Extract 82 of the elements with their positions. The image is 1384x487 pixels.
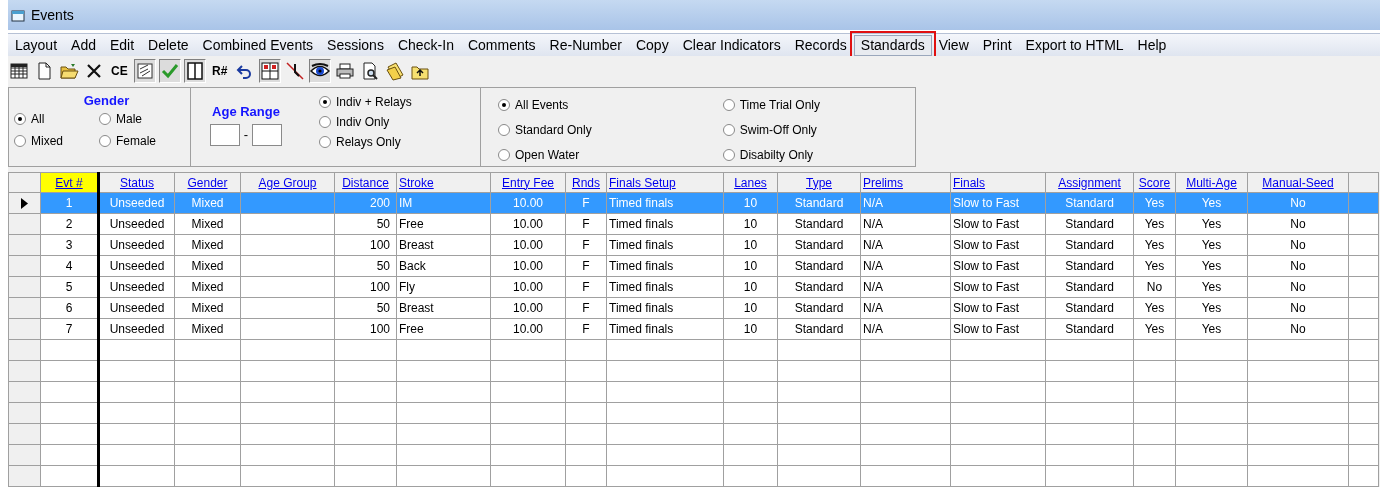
menu-item[interactable]: Delete bbox=[141, 34, 196, 56]
radio-button[interactable] bbox=[99, 135, 111, 147]
menu-item[interactable]: View bbox=[931, 34, 976, 56]
column-header[interactable]: Score bbox=[1133, 172, 1176, 193]
toolbar-button[interactable] bbox=[183, 59, 206, 83]
radio-label[interactable]: All Events bbox=[515, 96, 569, 113]
radio-label[interactable]: Mixed bbox=[31, 133, 63, 149]
radio-label[interactable]: Disabilty Only bbox=[739, 147, 814, 164]
age-to-field[interactable] bbox=[252, 124, 283, 146]
numbered-grid-icon bbox=[259, 61, 280, 81]
radio-button[interactable] bbox=[319, 96, 331, 108]
radio-label[interactable]: All bbox=[31, 111, 45, 127]
radio-button[interactable] bbox=[99, 113, 111, 125]
radio-label[interactable]: Open Water bbox=[515, 147, 580, 164]
menu-item[interactable]: Copy bbox=[628, 34, 676, 56]
folders-icon bbox=[384, 61, 405, 81]
radio-button[interactable] bbox=[722, 98, 735, 111]
radio-button[interactable] bbox=[14, 135, 26, 147]
radio-label[interactable]: Swim-Off Only bbox=[739, 122, 817, 138]
menu-item[interactable]: Records bbox=[787, 34, 854, 56]
column-header[interactable]: Entry Fee bbox=[490, 172, 566, 193]
column-header[interactable]: Status bbox=[98, 172, 175, 193]
radio-button[interactable] bbox=[319, 116, 331, 128]
menu-item[interactable]: Clear Indicators bbox=[675, 34, 788, 56]
menu-item[interactable]: Combined Events bbox=[195, 34, 321, 56]
checkmark-icon bbox=[159, 61, 180, 81]
printer-icon bbox=[334, 61, 355, 81]
column-header[interactable]: Manual-Seed bbox=[1247, 172, 1349, 193]
menu-item[interactable]: Help bbox=[1130, 34, 1174, 56]
radio-button[interactable] bbox=[722, 124, 735, 136]
notepad-icon bbox=[134, 61, 155, 81]
current-row-icon bbox=[21, 198, 28, 210]
radio-label[interactable]: Standard Only bbox=[515, 122, 592, 138]
group-title: Age Range bbox=[212, 104, 280, 120]
radio-label[interactable]: Male bbox=[116, 111, 142, 127]
row-header[interactable] bbox=[8, 192, 41, 214]
column-header[interactable]: Rnds bbox=[565, 172, 607, 193]
grid-icon bbox=[9, 61, 29, 81]
window-icon bbox=[11, 8, 25, 22]
menu-item[interactable]: Edit bbox=[102, 34, 142, 56]
column-header[interactable]: Finals Setup bbox=[606, 172, 724, 193]
radio-button[interactable] bbox=[498, 98, 510, 111]
menu-item[interactable]: Check-In bbox=[390, 34, 461, 56]
toolbar-button[interactable] bbox=[258, 59, 281, 83]
radio-button[interactable] bbox=[498, 124, 510, 136]
column-header[interactable]: Assignment bbox=[1045, 172, 1134, 193]
radio-button[interactable] bbox=[14, 113, 26, 125]
menu-item[interactable]: Comments bbox=[460, 34, 543, 56]
radio-label[interactable]: Indiv + Relays bbox=[336, 94, 412, 110]
radio-button[interactable] bbox=[722, 149, 735, 162]
radio-label[interactable]: Female bbox=[116, 133, 156, 149]
open-folder-icon bbox=[59, 61, 79, 81]
age-from-field[interactable] bbox=[209, 124, 240, 146]
clock-hand-icon bbox=[284, 61, 305, 81]
radio-button[interactable] bbox=[498, 149, 510, 162]
column-header[interactable]: Gender bbox=[174, 172, 241, 193]
range-separator: - bbox=[243, 126, 249, 145]
column-header[interactable]: Type bbox=[777, 172, 861, 193]
column-header[interactable]: Evt # bbox=[40, 172, 99, 193]
radio-label[interactable]: Indiv Only bbox=[336, 114, 390, 130]
column-header[interactable]: Distance bbox=[334, 172, 397, 193]
column-header[interactable]: Multi-Age bbox=[1175, 172, 1248, 193]
radio-button[interactable] bbox=[319, 136, 331, 148]
menu-item[interactable]: Export to HTML bbox=[1018, 34, 1131, 56]
menu-item[interactable]: Print bbox=[975, 34, 1019, 56]
column-header[interactable]: Lanes bbox=[723, 172, 778, 193]
toolbar-button[interactable]: R# bbox=[208, 59, 231, 83]
column-header[interactable]: Finals bbox=[950, 172, 1046, 193]
column-header[interactable]: Prelims bbox=[860, 172, 951, 193]
toolbar-button[interactable]: CE bbox=[108, 59, 131, 83]
column-header[interactable]: Age Group bbox=[240, 172, 335, 193]
column-header[interactable]: Stroke bbox=[396, 172, 491, 193]
menu-item[interactable]: Sessions bbox=[320, 34, 391, 56]
radio-label[interactable]: Relays Only bbox=[336, 134, 401, 150]
radio-label[interactable]: Time Trial Only bbox=[739, 96, 820, 113]
menu-item[interactable]: Layout bbox=[8, 34, 65, 56]
columns-icon bbox=[184, 61, 205, 81]
menu-item[interactable]: Add bbox=[64, 34, 103, 56]
group-title: Gender bbox=[83, 93, 130, 109]
toolbar-button[interactable] bbox=[308, 59, 331, 83]
menu-item[interactable]: Re-Number bbox=[542, 34, 629, 56]
window-title: Events bbox=[31, 5, 74, 25]
